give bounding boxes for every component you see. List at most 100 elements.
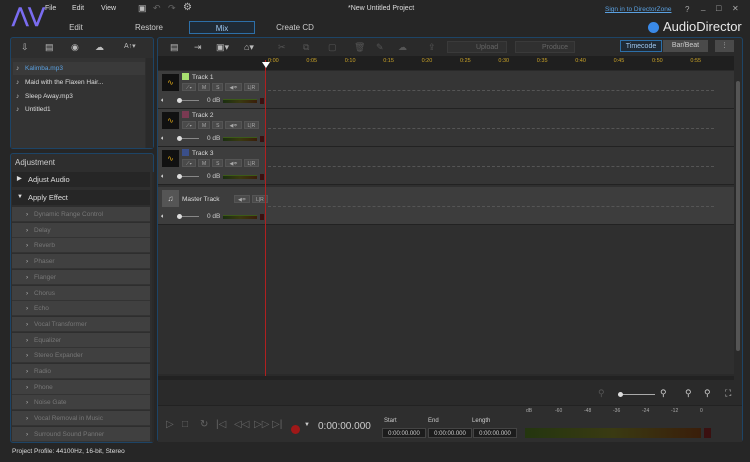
tab-mix[interactable]: Mix (189, 21, 255, 34)
import-icon[interactable]: ⇩ (21, 42, 29, 53)
help-button[interactable]: ? (685, 5, 689, 14)
zoom-out-icon[interactable]: ⚲ (598, 388, 605, 399)
list-item[interactable]: ♪ Maid with the Flaxen Hair... (13, 76, 145, 89)
upload-button[interactable]: Upload (447, 41, 507, 53)
end-field[interactable]: 0:00:00.000 (428, 428, 472, 438)
volume-slider[interactable] (177, 136, 199, 141)
redo-icon[interactable]: ↷ (168, 3, 176, 14)
effect-item[interactable]: › Phaser (12, 254, 150, 270)
save-icon[interactable]: ▣ (138, 3, 147, 14)
effect-item[interactable]: › Echo (12, 301, 150, 317)
menu-view[interactable]: View (101, 5, 116, 12)
record-button[interactable] (291, 425, 300, 434)
export-icon[interactable]: ⇪ (428, 42, 436, 53)
effect-item[interactable]: › Dynamic Range Control (12, 207, 150, 222)
horizontal-scrollbar[interactable] (158, 376, 734, 380)
fit-icon[interactable]: ⛶ (725, 388, 731, 399)
timeline-ruler[interactable]: 0:00 0:05 0:10 0:15 0:20 0:25 0:30 0:35 0:40 0:45… (266, 56, 734, 70)
settings-icon[interactable]: ⚙ (183, 2, 192, 13)
solo-button[interactable]: S (212, 83, 224, 91)
solo-button[interactable]: S (212, 159, 224, 167)
effect-item[interactable]: › Reverb (12, 238, 150, 254)
master-track[interactable]: ♫ Master Track ◀≑ L|R 🔈︎ 0 dB (158, 187, 734, 225)
zoom-in-icon[interactable]: ⚲ (660, 388, 667, 399)
tab-create-cd[interactable]: Create CD (262, 21, 328, 34)
track-row[interactable]: ∿ Track 2 ⟋▾ M S ◀≑ L|R 🔈︎ 0 dB (158, 109, 734, 147)
effects-button[interactable]: ⟋▾ (182, 121, 196, 129)
undo-icon[interactable]: ↶ (153, 3, 161, 14)
effect-item[interactable]: › Delay (12, 222, 150, 238)
playhead[interactable] (265, 60, 266, 376)
adjustment-scrollbar[interactable] (152, 172, 154, 442)
minimize-button[interactable]: _ (701, 2, 705, 11)
copy-icon[interactable]: ⧉ (303, 42, 309, 53)
menu-edit[interactable]: Edit (72, 5, 84, 12)
pan-button[interactable]: L|R (243, 83, 260, 91)
track-color-swatch[interactable] (182, 111, 189, 118)
share-icon[interactable]: ☁ (398, 42, 407, 53)
delete-icon[interactable]: 🗑 (354, 42, 365, 53)
effect-item[interactable]: › Phone (12, 379, 150, 395)
vertical-zoom-out-icon[interactable]: ⚲ (685, 388, 692, 399)
track-settings-icon[interactable]: ▤ (170, 42, 179, 53)
volume-automation-button[interactable]: ◀≑ (234, 195, 251, 203)
volume-envelope[interactable] (268, 166, 714, 167)
effect-item[interactable]: › Vocal Removal in Music (12, 411, 150, 427)
vertical-scrollbar[interactable] (734, 71, 742, 374)
mute-button[interactable]: M (197, 121, 211, 129)
effect-item[interactable]: › Vocal Transformer (12, 316, 150, 332)
pan-button[interactable]: L|R (243, 121, 260, 129)
track-color-swatch[interactable] (182, 149, 189, 156)
effect-item[interactable]: › Surround Sound Panner (12, 426, 150, 442)
record-icon[interactable]: ⌂▾ (244, 42, 254, 53)
sign-in-link[interactable]: Sign in to DirectorZone (605, 6, 671, 13)
section-apply-effect[interactable]: ▼ Apply Effect (12, 190, 150, 205)
zoom-slider[interactable] (618, 392, 655, 397)
mute-button[interactable]: M (197, 159, 211, 167)
volume-envelope[interactable] (268, 128, 714, 129)
volume-automation-button[interactable]: ◀≑ (225, 159, 242, 167)
length-field[interactable]: 0:00:00.000 (473, 428, 517, 438)
list-item[interactable]: ♪ Untitled1 (13, 103, 145, 116)
effect-item[interactable]: › Chorus (12, 285, 150, 301)
volume-envelope[interactable] (268, 206, 714, 207)
volume-slider[interactable] (177, 174, 199, 179)
effects-button[interactable]: ⟋▾ (182, 83, 196, 91)
effect-item[interactable]: › Radio (12, 364, 150, 379)
effect-item[interactable]: › Stereo Expander (12, 348, 150, 364)
cd-import-icon[interactable]: ◉ (71, 42, 79, 53)
paste-icon[interactable]: ▢ (328, 42, 337, 53)
volume-automation-button[interactable]: ◀≑ (225, 121, 242, 129)
sort-button[interactable]: A↑▾ (124, 42, 136, 50)
fast-forward-icon[interactable]: ▷▷ (254, 419, 269, 430)
cut-icon[interactable]: ✂ (278, 42, 286, 53)
vertical-zoom-in-icon[interactable]: ⚲ (704, 388, 711, 399)
cloud-icon[interactable]: ☁ (95, 42, 104, 53)
library-scrollbar[interactable] (146, 58, 153, 148)
produce-button[interactable]: Produce (515, 41, 575, 53)
volume-slider[interactable] (177, 98, 199, 103)
pan-button[interactable]: L|R (243, 159, 260, 167)
effect-item[interactable]: › Noise Gate (12, 395, 150, 411)
tab-edit[interactable]: Edit (43, 21, 109, 34)
track-row[interactable]: ∿ Track 1 ⟋▾ M S ◀≑ L|R 🔈︎ 0 dB (158, 71, 734, 109)
solo-button[interactable]: S (212, 121, 224, 129)
clip-icon[interactable]: ▣▾ (216, 42, 229, 53)
pencil-icon[interactable]: ✎ (376, 42, 384, 53)
volume-envelope[interactable] (268, 90, 714, 91)
effect-item[interactable]: › Flanger (12, 269, 150, 285)
barbeat-toggle[interactable]: Bar/Beat (663, 40, 708, 52)
previous-icon[interactable]: |◁ (216, 419, 226, 430)
record-library-icon[interactable]: ▤ (45, 42, 54, 53)
effect-item[interactable]: › Equalizer (12, 332, 150, 348)
volume-automation-button[interactable]: ◀≑ (225, 83, 242, 91)
effects-button[interactable]: ⟋▾ (182, 159, 196, 167)
track-color-swatch[interactable] (182, 73, 189, 80)
insert-icon[interactable]: ⇥ (194, 42, 202, 53)
tab-restore[interactable]: Restore (116, 21, 182, 34)
menu-file[interactable]: File (45, 5, 56, 12)
section-adjust-audio[interactable]: ▶ Adjust Audio (12, 172, 150, 187)
start-field[interactable]: 0:00:00.000 (382, 428, 426, 438)
close-button[interactable]: ✕ (732, 4, 739, 13)
track-row[interactable]: ∿ Track 3 ⟋▾ M S ◀≑ L|R 🔈︎ 0 dB (158, 147, 734, 185)
